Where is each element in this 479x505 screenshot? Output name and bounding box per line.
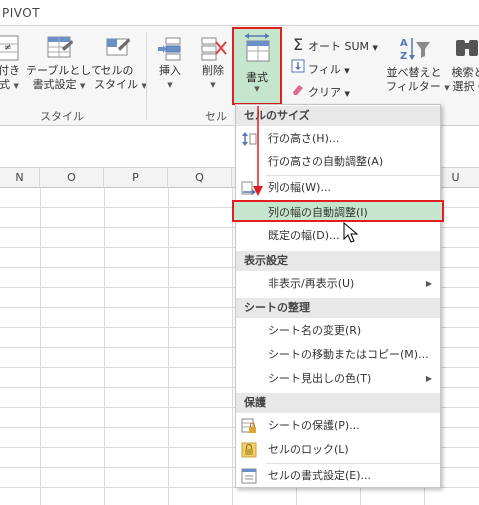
column-header-Q[interactable]: Q [168, 168, 232, 188]
submenu-arrow-icon: ▶ [425, 279, 432, 288]
fill-down-icon [290, 59, 306, 79]
sort-filter-label-2: フィルター ▼ [386, 80, 450, 93]
sort-filter-button[interactable]: A Z 並べ替えと フィルター ▼ [386, 34, 450, 95]
menu-item-lock-cell[interactable]: セルのロック(L) [236, 439, 440, 461]
cell-styles-icon [106, 38, 130, 56]
insert-label: 挿入 [159, 64, 181, 77]
delete-dropdown-icon: ▼ [210, 81, 216, 89]
find-select-label-1: 検索と [451, 66, 479, 79]
section-visibility: 表示設定 [236, 251, 440, 271]
format-dropdown-icon: ▼ [254, 85, 260, 93]
autosum-label: オート SUM [308, 40, 370, 53]
binoculars-icon [456, 40, 478, 56]
column-header-N[interactable]: N [0, 168, 40, 188]
mouse-cursor-icon [343, 222, 359, 243]
menu-item-column-width[interactable]: 列の幅(W)... [236, 177, 440, 199]
conditional-format-label-1: 付き [0, 64, 20, 77]
format-cells-dialog-icon [241, 468, 257, 484]
ribbon-tab-bar: PIVOT [0, 0, 479, 26]
svg-text:Z: Z [400, 51, 407, 62]
sort-filter-label-1: 並べ替えと [386, 66, 442, 79]
callout-arrow-icon [253, 106, 263, 196]
conditional-format-button[interactable]: ≠ 付き 式 ▼ [0, 34, 22, 93]
section-cell-size: セルのサイズ [236, 106, 440, 126]
menu-item-hide-unhide[interactable]: 非表示/再表示(U) ▶ [236, 273, 440, 295]
cell-styles-label-1: セルの [100, 64, 134, 77]
format-as-table-label-1: テーブルとして [26, 64, 103, 77]
cell-styles-label-2: スタイル ▼ [94, 78, 147, 91]
find-select-label-2: 選択 ▼ [452, 80, 479, 93]
section-protection: 保護 [236, 393, 440, 413]
menu-separator [266, 463, 440, 464]
menu-item-row-autofit[interactable]: 行の高さの自動調整(A) [236, 151, 440, 173]
sort-filter-icon: A Z [400, 38, 430, 62]
format-as-table-label-2: 書式設定 ▼ [32, 78, 86, 91]
fill-label: フィル [308, 63, 341, 76]
svg-text:≠: ≠ [4, 43, 12, 53]
svg-text:A: A [400, 38, 408, 49]
clear-label: クリア [308, 86, 341, 99]
format-cells-icon [245, 33, 270, 62]
menu-item-default-width[interactable]: 既定の幅(D)... [236, 225, 440, 247]
insert-dropdown-icon: ▼ [167, 81, 173, 89]
format-dropdown-menu: セルのサイズ 行の高さ(H)... 行の高さの自動調整(A) 列の幅(W)...… [232, 104, 444, 488]
fill-button[interactable]: フィル ▼ [290, 59, 350, 77]
conditional-format-icon: ≠ [0, 35, 19, 61]
group-separator [146, 32, 147, 120]
menu-item-rename-sheet[interactable]: シート名の変更(R) [236, 320, 440, 342]
cell-styles-button[interactable]: セルの スタイル ▼ [94, 34, 147, 93]
conditional-format-label-2: 式 ▼ [0, 78, 19, 91]
protect-sheet-icon [241, 418, 256, 433]
column-header-P[interactable]: P [104, 168, 168, 188]
menu-item-column-autofit[interactable]: 列の幅の自動調整(I) [232, 200, 444, 222]
format-label: 書式 [246, 71, 268, 84]
menu-separator [266, 175, 440, 176]
insert-button[interactable]: 挿入 ▼ [152, 34, 188, 92]
group-label-cells: セル [205, 110, 227, 123]
autosum-button[interactable]: Σ オート SUM ▼ [290, 36, 378, 54]
group-label-style: スタイル [40, 110, 84, 123]
format-as-table-button[interactable]: テーブルとして 書式設定 ▼ [26, 34, 103, 93]
menu-item-tab-color[interactable]: シート見出しの色(T) ▶ [236, 368, 440, 390]
sigma-icon: Σ [292, 35, 304, 54]
delete-label: 削除 [202, 64, 224, 77]
insert-cells-icon [158, 37, 181, 61]
delete-cells-icon [201, 37, 227, 61]
tab-pivot[interactable]: PIVOT [2, 6, 40, 20]
format-as-table-icon [47, 36, 73, 58]
column-header-O[interactable]: O [40, 168, 104, 188]
menu-item-row-height[interactable]: 行の高さ(H)... [236, 128, 440, 150]
menu-item-move-copy-sheet[interactable]: シートの移動またはコピー(M)... [236, 344, 440, 366]
find-select-button[interactable]: 検索と 選択 ▼ [446, 34, 479, 95]
section-organize-sheets: シートの整理 [236, 298, 440, 318]
submenu-arrow-icon: ▶ [425, 374, 432, 383]
lock-icon [241, 442, 257, 458]
menu-item-format-cells[interactable]: セルの書式設定(E)... [236, 465, 440, 487]
format-button[interactable]: 書式 ▼ [232, 27, 282, 105]
clear-button[interactable]: クリア ▼ [290, 82, 350, 100]
menu-item-protect-sheet[interactable]: シートの保護(P)... [236, 415, 440, 437]
delete-button[interactable]: 削除 ▼ [194, 34, 232, 92]
eraser-icon [290, 82, 306, 102]
